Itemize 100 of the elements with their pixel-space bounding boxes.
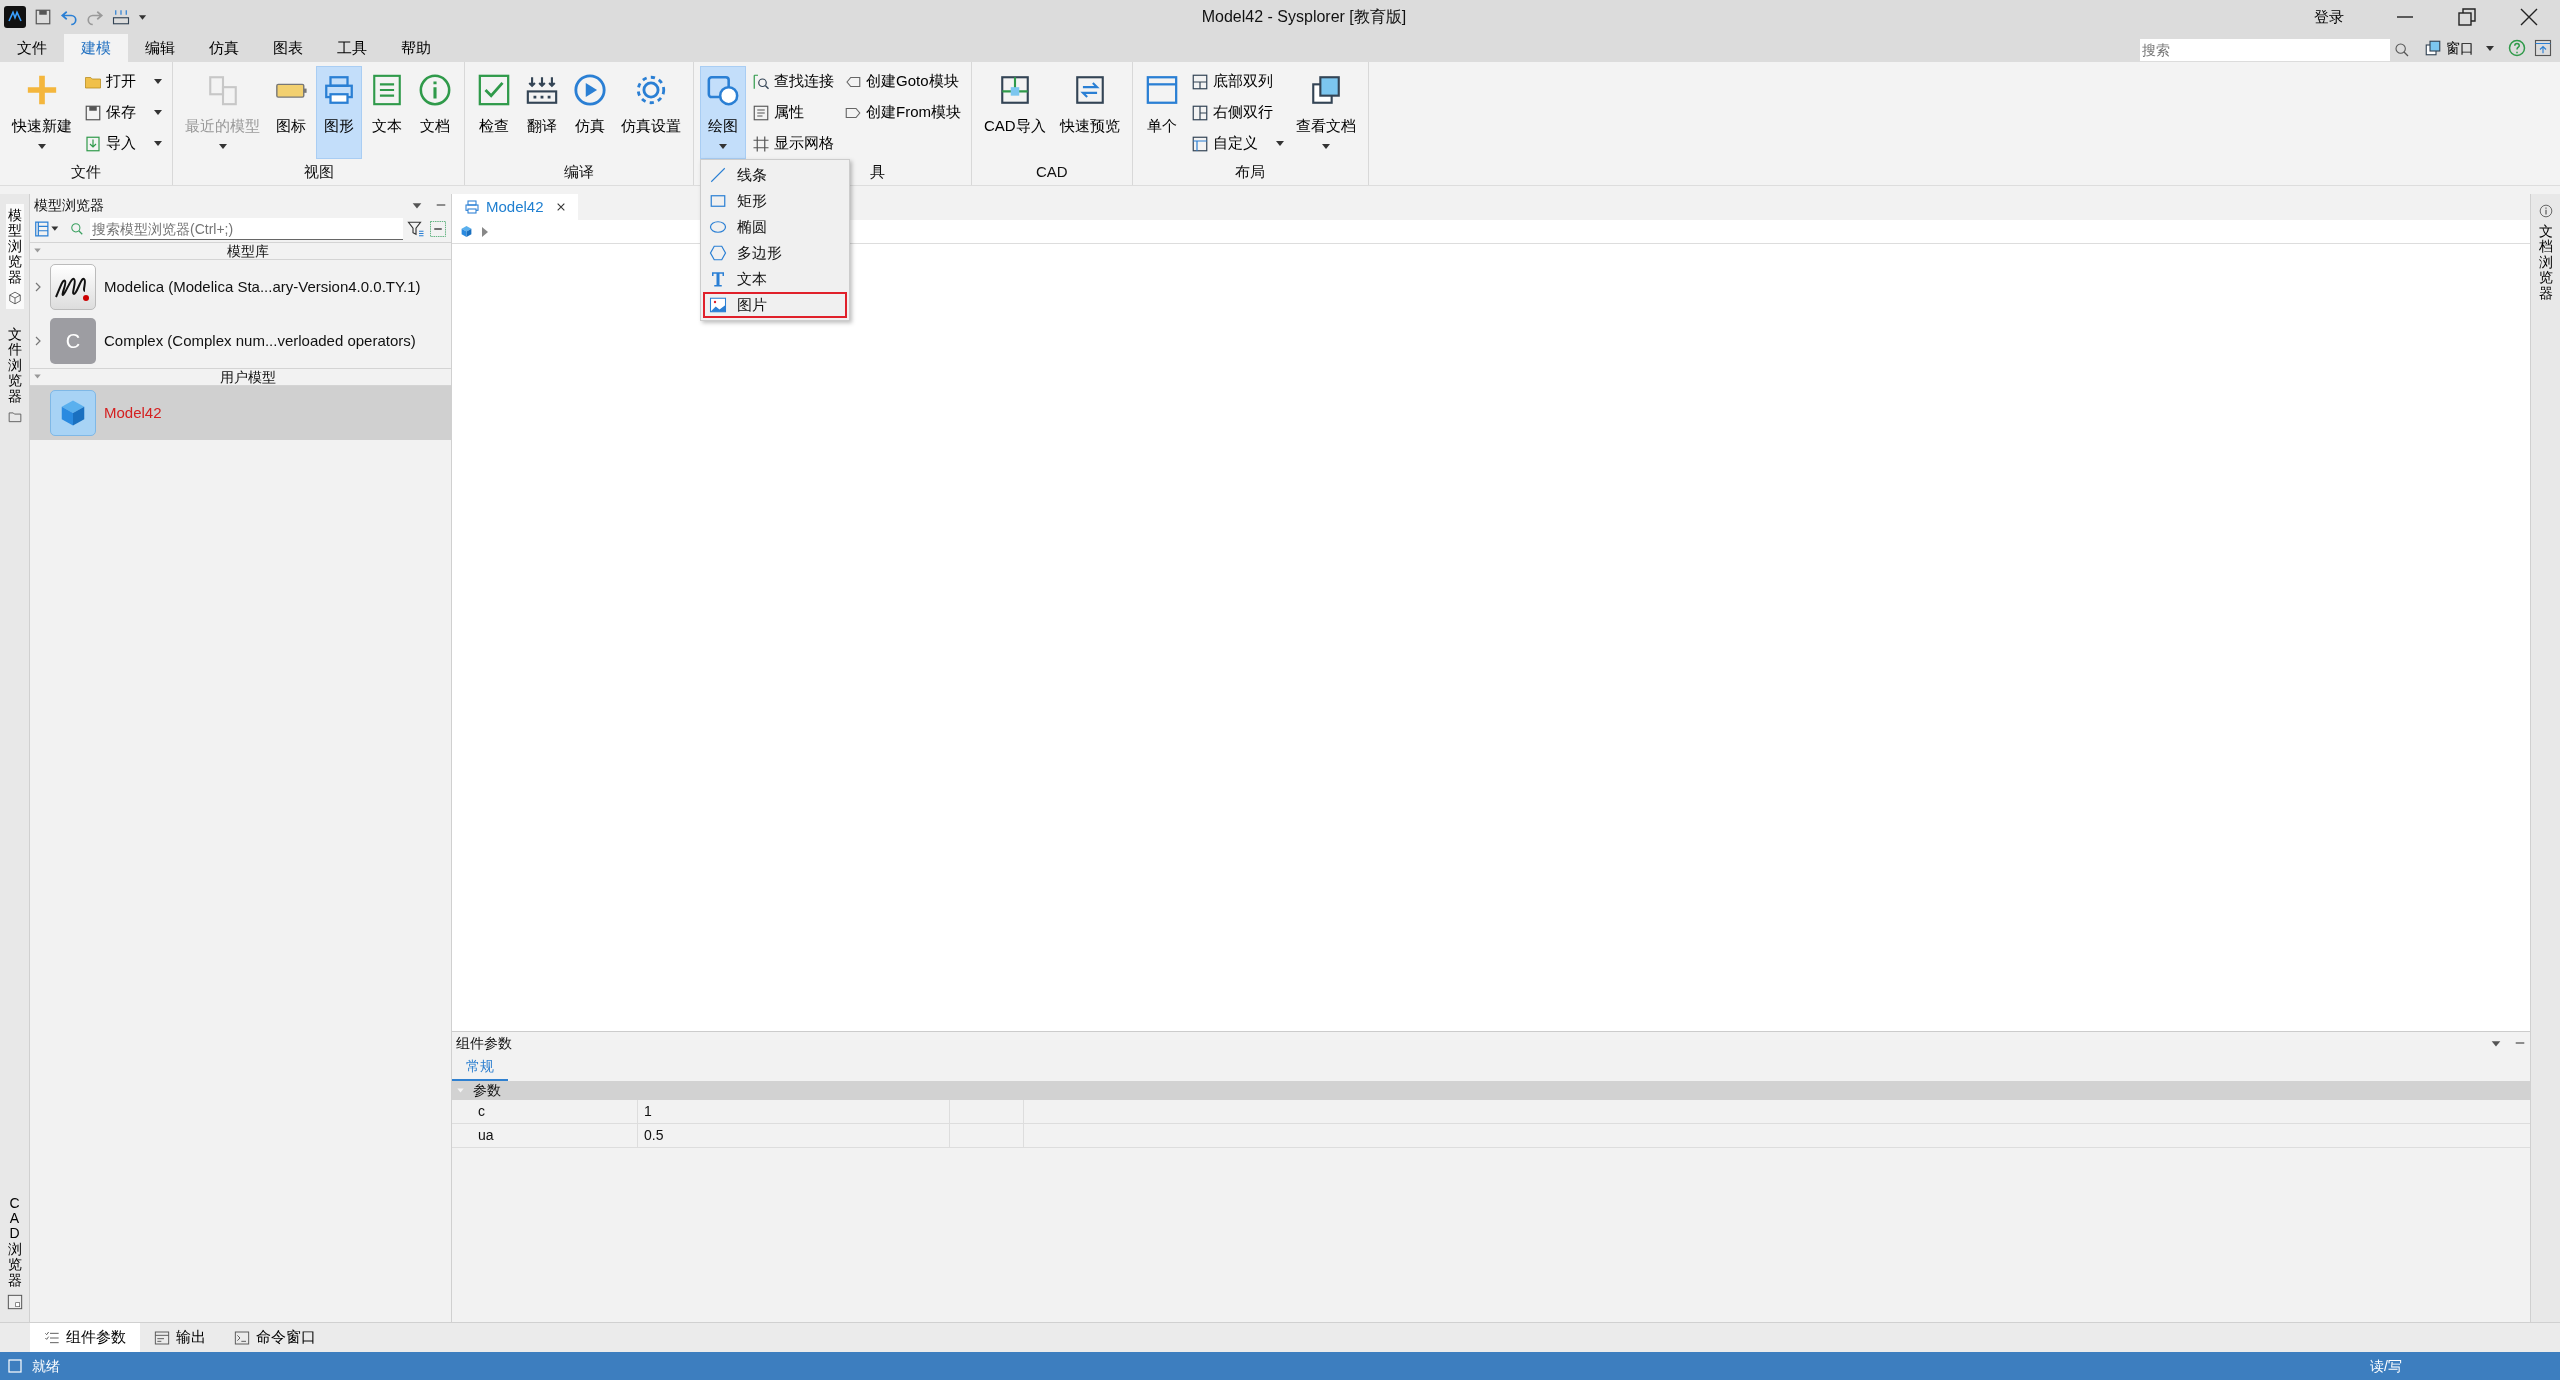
- ribbon-button[interactable]: 翻译: [519, 66, 565, 159]
- ribbon-button[interactable]: CAD导入: [978, 66, 1052, 159]
- ribbon-button[interactable]: 单个: [1138, 66, 1185, 159]
- group-label: 文件: [71, 163, 101, 180]
- view-mode-button[interactable]: [34, 220, 60, 238]
- output-icon: [154, 1329, 170, 1346]
- menu-tab[interactable]: 仿真: [192, 34, 256, 62]
- ribbon-button[interactable]: 底部双列: [1186, 66, 1288, 97]
- parameter-name: c: [452, 1100, 638, 1123]
- ribbon-button[interactable]: 仿真: [567, 66, 613, 159]
- bottom-tab[interactable]: 组件参数: [30, 1323, 140, 1352]
- app-logo-icon: [4, 6, 26, 28]
- side-tab[interactable]: 模型浏览器: [5, 204, 24, 309]
- group-label: 视图: [303, 163, 334, 180]
- ribbon-button[interactable]: 查看文档: [1289, 66, 1362, 159]
- menu-item[interactable]: 矩形: [703, 188, 847, 214]
- window-title: Model42 - Sysplorer [教育版]: [1201, 8, 1407, 25]
- menu-item[interactable]: 椭圆: [703, 214, 847, 240]
- collapse-all-button[interactable]: [429, 220, 447, 238]
- list-icon: [752, 103, 770, 122]
- window-icon: [1144, 73, 1179, 107]
- windows-icon: [2424, 39, 2442, 57]
- ribbon-button[interactable]: 图形: [316, 66, 362, 159]
- ribbon-button[interactable]: 显示网格: [748, 128, 838, 159]
- toolbar-icon: [112, 8, 130, 26]
- side-tab[interactable]: 文档浏览器: [2536, 200, 2555, 305]
- play-icon: [573, 73, 607, 107]
- cube-icon: [7, 290, 22, 305]
- ribbon-button[interactable]: 属性: [748, 97, 838, 128]
- parameter-value[interactable]: 1: [638, 1100, 950, 1123]
- parameter-value[interactable]: 0.5: [638, 1124, 950, 1147]
- filter-icon: [407, 220, 425, 238]
- checkbox-icon: [477, 73, 511, 107]
- collapse-icon: [429, 220, 447, 238]
- parameter-name: ua: [452, 1124, 638, 1147]
- line-icon: [709, 166, 727, 184]
- section-header: 用户模型: [218, 367, 277, 387]
- ribbon-button[interactable]: 导入: [80, 128, 166, 159]
- text-t-icon: [709, 270, 727, 288]
- ribbon-button[interactable]: 快速预览: [1053, 66, 1126, 159]
- menu-item[interactable]: 多边形: [703, 240, 847, 266]
- tree-item[interactable]: C Complex (Complex num...verloaded operators): [30, 314, 451, 368]
- search-icon: [70, 222, 84, 236]
- ribbon-button[interactable]: 绘图: [700, 66, 746, 159]
- dropdown-icon: [2490, 1038, 2502, 1048]
- ribbon-button[interactable]: 创建From模块: [840, 97, 965, 128]
- ribbon-button[interactable]: 打开: [80, 66, 166, 97]
- split-right-icon: [1190, 103, 1209, 122]
- ribbon-button[interactable]: 仿真设置: [615, 66, 687, 159]
- group-label: CAD: [1036, 163, 1068, 180]
- undo-button[interactable]: [60, 8, 78, 26]
- editor-tab[interactable]: Model42: [452, 194, 578, 220]
- image-icon: [709, 296, 727, 314]
- menu-tab[interactable]: 文件: [0, 34, 64, 62]
- group-header: 参数: [473, 1081, 501, 1100]
- layout-icon: [1190, 134, 1209, 153]
- login-button[interactable]: 登录: [2308, 4, 2350, 30]
- squiggle-logo-icon: [50, 264, 96, 310]
- folder-icon: [7, 409, 22, 424]
- search-field[interactable]: 搜索模型浏览器(Ctrl+;): [90, 218, 403, 240]
- search-icon: [2394, 41, 2410, 58]
- bottom-tab[interactable]: 输出: [140, 1323, 220, 1352]
- side-tab[interactable]: CAD 浏览器: [4, 1191, 25, 1314]
- printer-icon: [464, 199, 480, 215]
- split-bottom-icon: [1190, 72, 1209, 91]
- menu-item[interactable]: 线条: [703, 162, 847, 188]
- minimize-icon: [2397, 16, 2413, 18]
- ribbon-button[interactable]: 文档: [412, 66, 458, 159]
- ribbon-button[interactable]: 保存: [80, 97, 166, 128]
- ribbon-button[interactable]: 文本: [364, 66, 410, 159]
- search-field[interactable]: 搜索: [2140, 38, 2390, 61]
- find-icon: [752, 72, 770, 91]
- menu-tab[interactable]: 工具: [320, 34, 384, 62]
- save-button[interactable]: [34, 8, 52, 26]
- menu-tab[interactable]: 编辑: [128, 34, 192, 62]
- ribbon-button[interactable]: 图标: [268, 66, 314, 159]
- side-tab[interactable]: 文件浏览器: [5, 322, 24, 428]
- hexagon-icon: [709, 244, 727, 262]
- bottom-tab[interactable]: 命令窗口: [220, 1323, 330, 1352]
- tree-item[interactable]: Modelica (Modelica Sta...ary-Version4.0.0.TY.1): [30, 260, 451, 314]
- filter-button[interactable]: [407, 220, 425, 238]
- import-icon: [84, 134, 102, 153]
- restore-icon: [2458, 8, 2476, 26]
- menu-item[interactable]: 文本: [703, 266, 847, 292]
- panel-title: 模型浏览器: [34, 195, 105, 215]
- window-menu-button[interactable]: 窗口: [2418, 36, 2500, 60]
- redo-icon: [86, 8, 104, 26]
- caret-icon: [2486, 45, 2494, 51]
- ribbon-button[interactable]: 快速新建: [6, 66, 78, 159]
- ribbon-button[interactable]: 自定义: [1186, 128, 1288, 159]
- ribbon-button[interactable]: 检查: [471, 66, 517, 159]
- menu-tab[interactable]: 帮助: [384, 34, 448, 62]
- status-icon: [8, 1359, 22, 1373]
- customize-button[interactable]: [112, 8, 130, 26]
- menu-tab[interactable]: 图表: [256, 34, 320, 62]
- ribbon-button[interactable]: 右侧双行: [1186, 97, 1288, 128]
- ribbon-button[interactable]: 创建Goto模块: [840, 66, 965, 97]
- ribbon-button[interactable]: 查找连接: [748, 66, 838, 97]
- menu-item[interactable]: 图片: [703, 292, 847, 318]
- menu-tab[interactable]: 建模: [64, 34, 128, 62]
